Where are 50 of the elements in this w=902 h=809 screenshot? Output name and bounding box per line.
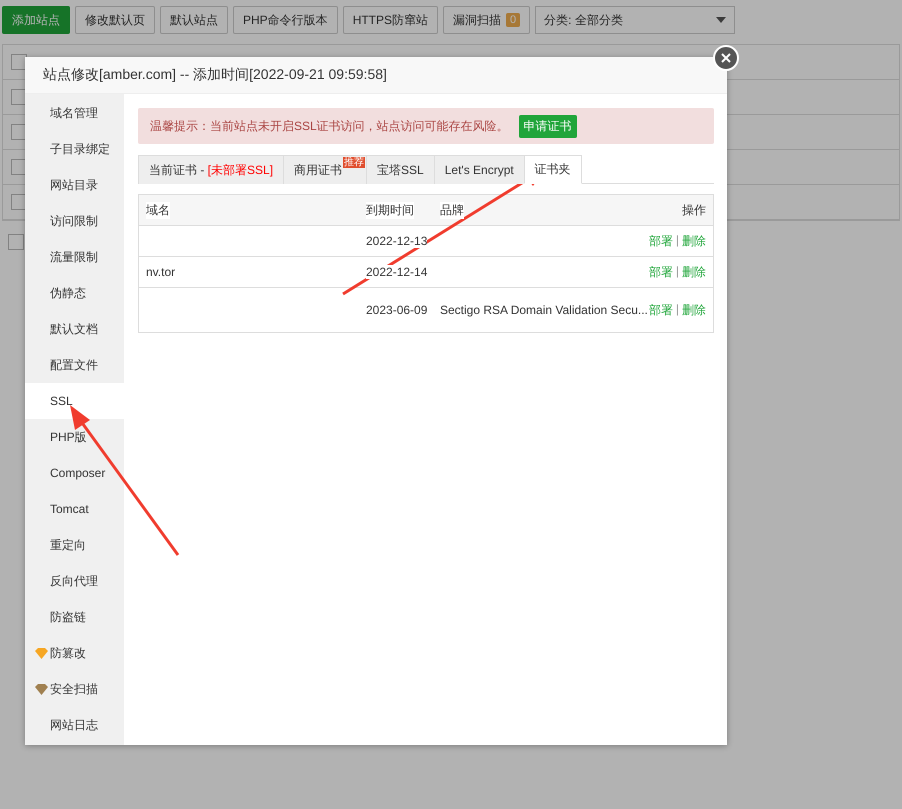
sidebar-item[interactable]: 反向代理 xyxy=(25,563,124,599)
toolbar-button[interactable]: PHP命令行版本 xyxy=(233,6,338,34)
table-cell: 2022-12-14 xyxy=(366,265,428,279)
sidebar-item[interactable]: 配置文件 xyxy=(25,347,124,383)
sidebar-item[interactable]: 网站目录 xyxy=(25,167,124,203)
tab[interactable]: 宝塔SSL xyxy=(366,155,435,184)
select-all-checkbox[interactable] xyxy=(8,234,24,250)
recommend-ribbon: 推荐 xyxy=(343,157,366,168)
warning-text: 温馨提示：当前站点未开启SSL证书访问，站点访问可能存在风险。 xyxy=(150,118,509,134)
toolbar-button[interactable]: 修改默认页 xyxy=(75,6,155,34)
toolbar-button[interactable]: 漏洞扫描 0 xyxy=(443,6,530,34)
sidebar-item[interactable]: 默认文档 xyxy=(25,311,124,347)
sidebar-item[interactable]: 防盗链 xyxy=(25,599,124,635)
sidebar-item[interactable]: 防篡改 xyxy=(25,635,124,671)
table-cell: nv.tor xyxy=(146,265,176,279)
table-cell: 2022-12-13 xyxy=(366,234,428,248)
tab[interactable]: 当前证书 - [未部署SSL] xyxy=(138,155,284,184)
sidebar-item[interactable]: 访问限制 xyxy=(25,203,124,239)
sidebar-item[interactable]: 流量限制 xyxy=(25,239,124,275)
row-checkbox[interactable] xyxy=(11,54,27,70)
sidebar-item[interactable]: 域名管理 xyxy=(25,95,124,131)
close-button[interactable] xyxy=(713,45,739,71)
column-header: 域名 xyxy=(146,202,170,218)
gem-icon xyxy=(35,684,48,694)
sidebar-item[interactable]: Tomcat xyxy=(25,491,124,527)
category-select[interactable]: 分类: 全部分类 xyxy=(535,6,736,34)
table-cell: 2023-06-09 xyxy=(366,303,428,317)
sidebar-item[interactable]: PHP版 xyxy=(25,419,124,455)
close-icon xyxy=(721,53,731,63)
column-header: 到期时间 xyxy=(366,202,414,218)
sidebar-item[interactable]: 重定向 xyxy=(25,527,124,563)
sidebar-item[interactable]: 安全扫描 xyxy=(25,671,124,707)
toolbar-button[interactable]: 默认站点 xyxy=(160,6,228,34)
tab[interactable]: Let's Encrypt xyxy=(434,155,525,184)
separator: | xyxy=(676,264,679,280)
sidebar-item[interactable]: SSL xyxy=(25,383,124,419)
sidebar-item[interactable]: Composer xyxy=(25,455,124,491)
caret-icon xyxy=(716,17,726,23)
sidebar-item[interactable]: 子目录绑定 xyxy=(25,131,124,167)
toolbar-button[interactable]: HTTPS防窜站 xyxy=(342,6,438,34)
sidebar-item[interactable]: 伪静态 xyxy=(25,275,124,311)
column-header: 品牌 xyxy=(440,202,464,218)
column-header: 操作 xyxy=(682,202,706,218)
tab[interactable]: 证书夹 xyxy=(524,155,582,184)
table-cell: Sectigo RSA Domain Validation Secu... xyxy=(440,303,648,317)
sidebar-item[interactable]: 网站日志 xyxy=(25,707,124,743)
modal-title: 站点修改[amber.com] -- 添加时间[2022-09-21 09:59:58] xyxy=(25,57,727,94)
gem-icon xyxy=(35,648,48,658)
separator: | xyxy=(676,232,679,248)
separator: | xyxy=(676,302,679,318)
